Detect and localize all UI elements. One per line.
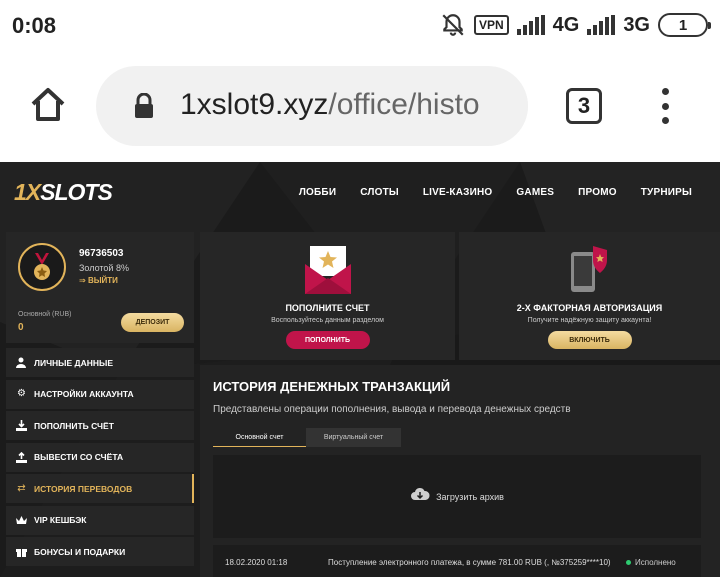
cloud-download-icon xyxy=(410,487,430,506)
promo-title: ПОПОЛНИТЕ СЧЕТ xyxy=(285,303,370,313)
status-time: 0:08 xyxy=(12,13,57,38)
download-icon xyxy=(16,420,27,431)
tab-virtual-account[interactable]: Виртуальный счет xyxy=(306,428,401,447)
two-factor-promo-card: 2-Х ФАКТОРНАЯ АВТОРИЗАЦИЯ Получите надёж… xyxy=(459,232,720,360)
menu-label: БОНУСЫ И ПОДАРКИ xyxy=(34,546,126,557)
nav-lobby[interactable]: ЛОББИ xyxy=(299,187,336,198)
balance-label: Основной (RUB) xyxy=(18,311,72,318)
site-logo[interactable]: 1XSLOTS xyxy=(14,179,113,206)
promo-subtitle: Получите надёжную защиту аккаунта! xyxy=(527,317,652,324)
menu-label: VIP КЕШБЭК xyxy=(34,515,87,525)
balance-value: 0 xyxy=(18,322,24,333)
promo-title: 2-Х ФАКТОРНАЯ АВТОРИЗАЦИЯ xyxy=(516,303,663,313)
menu-label: ПОПОЛНИТЬ СЧЁТ xyxy=(34,420,114,431)
url-bar[interactable]: 1xslot9.xyz/office/histo xyxy=(96,66,528,146)
status-dot-icon xyxy=(626,560,631,565)
promo-subtitle: Воспользуйтесь данным разделом xyxy=(271,317,384,324)
deposit-promo-card: ПОПОЛНИТЕ СЧЕТ Воспользуйтесь данным раз… xyxy=(200,232,455,360)
gift-icon xyxy=(16,546,27,557)
url-host: 1xslot9.xyz xyxy=(180,88,329,121)
profile-card: 96736503 Золотой 8% ⇒ ВЫЙТИ Основной (RU… xyxy=(6,232,194,343)
transaction-history-panel: ИСТОРИЯ ДЕНЕЖНЫХ ТРАНЗАКЦИЙ Представлены… xyxy=(200,365,720,577)
table-row[interactable]: 18.02.2020 01:18 Поступление электронног… xyxy=(213,545,701,577)
logout-icon: ⇒ xyxy=(79,276,88,285)
transfer-icon: ⇄ xyxy=(17,482,26,494)
site-header: 1XSLOTS ЛОББИ СЛОТЫ LIVE-КАЗИНО GAMES ПР… xyxy=(0,162,720,224)
top-up-button[interactable]: ПОПОЛНИТЬ xyxy=(285,331,370,349)
phone-shield-icon xyxy=(570,246,607,292)
menu-label: ИСТОРИЯ ПЕРЕВОДОВ xyxy=(34,483,133,494)
browser-toolbar: 1xslot9.xyz/office/histo 3 xyxy=(0,50,720,162)
enable-2fa-button[interactable]: ВКЛЮЧИТЬ xyxy=(547,331,632,349)
url-text: 1xslot9.xyz/office/histo xyxy=(180,88,480,122)
upload-icon xyxy=(16,451,27,463)
menu-bonuses-gifts[interactable]: БОНУСЫ И ПОДАРКИ xyxy=(6,537,194,566)
menu-label: НАСТРОЙКИ АККАУНТА xyxy=(34,389,134,399)
battery-icon: 1 xyxy=(658,13,711,37)
menu-personal-data[interactable]: ЛИЧНЫЕ ДАННЫЕ xyxy=(6,348,194,377)
tab-main-account[interactable]: Основной счет xyxy=(213,428,306,447)
medal-icon xyxy=(34,253,50,280)
vip-level: Золотой 8% xyxy=(79,263,129,273)
account-menu: ЛИЧНЫЕ ДАННЫЕ ⚙ НАСТРОЙКИ АККАУНТА ПОПОЛ… xyxy=(6,348,194,569)
deposit-button[interactable]: ДЕПОЗИТ xyxy=(121,313,184,332)
crown-icon xyxy=(16,515,27,526)
signal-icon xyxy=(587,15,616,35)
page-description: Представлены операции пополнения, вывода… xyxy=(213,404,571,415)
overflow-menu-icon[interactable] xyxy=(660,88,670,124)
envelope-star-icon xyxy=(304,246,351,294)
signal-icon xyxy=(516,15,545,35)
network-type-2: 3G xyxy=(623,13,650,36)
logout-link[interactable]: ⇒ ВЫЙТИ xyxy=(79,276,118,285)
menu-label: ВЫВЕСТИ СО СЧЁТА xyxy=(34,452,124,462)
tab-switcher-button[interactable]: 3 xyxy=(566,88,602,124)
load-archive-label: Загрузить архив xyxy=(436,491,504,502)
main-nav: ЛОББИ СЛОТЫ LIVE-КАЗИНО GAMES ПРОМО ТУРН… xyxy=(299,187,692,198)
home-icon[interactable] xyxy=(28,84,68,124)
network-type-1: 4G xyxy=(552,13,580,36)
battery-level: 1 xyxy=(678,16,688,34)
nav-games[interactable]: GAMES xyxy=(516,187,554,198)
notifications-muted-icon xyxy=(440,12,466,38)
menu-account-settings[interactable]: ⚙ НАСТРОЙКИ АККАУНТА xyxy=(6,379,194,409)
account-id: 96736503 xyxy=(79,248,124,259)
menu-transfer-history[interactable]: ⇄ ИСТОРИЯ ПЕРЕВОДОВ xyxy=(6,474,194,503)
menu-label: ЛИЧНЫЕ ДАННЫЕ xyxy=(34,357,113,368)
nav-promo[interactable]: ПРОМО xyxy=(578,187,617,198)
transaction-description: Поступление электронного платежа, в сумм… xyxy=(328,558,611,567)
transaction-status: Исполнено xyxy=(626,558,676,567)
page-title: ИСТОРИЯ ДЕНЕЖНЫХ ТРАНЗАКЦИЙ xyxy=(213,379,451,394)
url-path: /office/histo xyxy=(328,88,480,121)
nav-tournaments[interactable]: ТУРНИРЫ xyxy=(641,187,692,198)
load-archive-button[interactable]: Загрузить архив xyxy=(213,455,701,538)
vpn-badge: VPN xyxy=(473,15,509,35)
nav-live-casino[interactable]: LIVE-КАЗИНО xyxy=(423,187,493,198)
gears-icon: ⚙ xyxy=(17,388,26,399)
website: 1XSLOTS ЛОББИ СЛОТЫ LIVE-КАЗИНО GAMES ПР… xyxy=(0,162,720,577)
menu-deposit[interactable]: ПОПОЛНИТЬ СЧЁТ xyxy=(6,411,194,440)
user-icon xyxy=(16,357,27,368)
nav-slots[interactable]: СЛОТЫ xyxy=(360,187,399,198)
status-bar: 0:08 VPN 4G 3G 1 xyxy=(0,0,720,50)
account-tabs: Основной счет Виртуальный счет xyxy=(213,428,401,447)
avatar xyxy=(18,243,66,291)
menu-vip-cashback[interactable]: VIP КЕШБЭК xyxy=(6,505,194,535)
status-label: Исполнено xyxy=(635,558,676,567)
lock-icon xyxy=(134,92,154,119)
menu-withdraw[interactable]: ВЫВЕСТИ СО СЧЁТА xyxy=(6,442,194,472)
transaction-date: 18.02.2020 01:18 xyxy=(225,558,288,567)
